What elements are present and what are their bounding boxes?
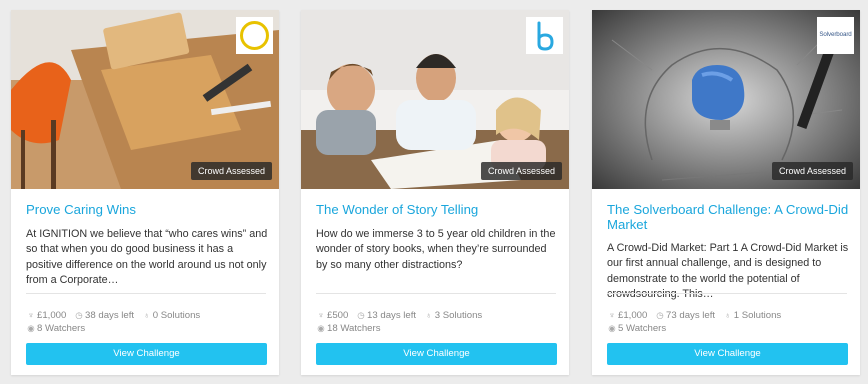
- reward-value: £1,000: [37, 310, 67, 321]
- challenge-stats: ♆ £1,000 ◷ 38 days left ♁ 0 Solutions ◉ 8 Wa…: [26, 309, 270, 335]
- solutions-stat: ♁ 1 Solutions: [723, 309, 782, 322]
- view-challenge-button[interactable]: View Challenge: [316, 343, 557, 365]
- divider: [607, 293, 847, 294]
- ignition-logo: [236, 17, 273, 54]
- watchers-stat: ◉ 18 Watchers: [316, 322, 381, 335]
- crowd-assessed-badge: Crowd Assessed: [771, 162, 853, 180]
- b-logo: [526, 17, 563, 54]
- days-left-stat: ◷ 38 days left: [74, 309, 134, 322]
- challenge-image[interactable]: Solverboard Crowd Assessed: [592, 10, 860, 189]
- b-letter-logo-icon: [537, 21, 554, 51]
- challenge-title[interactable]: The Wonder of Story Telling: [316, 202, 560, 218]
- lightbulb-icon: ♁: [143, 310, 150, 320]
- solutions-stat: ♁ 0 Solutions: [142, 309, 201, 322]
- divider: [26, 293, 266, 294]
- challenge-image[interactable]: Crowd Assessed: [11, 10, 279, 189]
- ring-logo-icon: [240, 21, 269, 50]
- trophy-icon: ♆: [317, 310, 325, 320]
- solutions-value: 3 Solutions: [434, 310, 483, 321]
- trophy-icon: ♆: [608, 310, 616, 320]
- challenge-title[interactable]: The Solverboard Challenge: A Crowd-Did M…: [607, 202, 851, 232]
- challenge-card: Crowd Assessed Prove Caring Wins At IGNI…: [11, 10, 279, 375]
- reward-stat: ♆ £1,000: [607, 309, 648, 322]
- challenge-title[interactable]: Prove Caring Wins: [26, 202, 270, 218]
- days-left-value: 13 days left: [367, 310, 417, 321]
- clock-icon: ◷: [357, 310, 365, 320]
- solutions-value: 1 Solutions: [733, 310, 782, 321]
- challenge-stats: ♆ £1,000 ◷ 73 days left ♁ 1 Solutions ◉ 5 Wa…: [607, 309, 851, 335]
- clock-icon: ◷: [656, 310, 664, 320]
- days-left-value: 38 days left: [85, 310, 135, 321]
- lightbulb-icon: ♁: [425, 310, 432, 320]
- reward-value: £1,000: [618, 310, 648, 321]
- days-left-stat: ◷ 73 days left: [655, 309, 715, 322]
- eye-icon: ◉: [608, 323, 616, 333]
- trophy-icon: ♆: [27, 310, 35, 320]
- challenge-description: How do we immerse 3 to 5 year old childr…: [316, 228, 556, 271]
- watchers-stat: ◉ 8 Watchers: [26, 322, 85, 335]
- divider: [316, 293, 556, 294]
- solverboard-logo-text: Solverboard: [819, 31, 852, 38]
- eye-icon: ◉: [27, 323, 35, 333]
- reward-stat: ♆ £500: [316, 309, 349, 322]
- days-left-value: 73 days left: [666, 310, 716, 321]
- challenge-stats: ♆ £500 ◷ 13 days left ♁ 3 Solutions ◉ 18 Wat…: [316, 309, 560, 335]
- crowd-assessed-badge: Crowd Assessed: [190, 162, 272, 180]
- eye-icon: ◉: [317, 323, 325, 333]
- reward-value: £500: [327, 310, 349, 321]
- challenge-card: Crowd Assessed The Wonder of Story Telli…: [301, 10, 569, 375]
- watchers-stat: ◉ 5 Watchers: [607, 322, 666, 335]
- days-left-stat: ◷ 13 days left: [356, 309, 416, 322]
- view-challenge-button[interactable]: View Challenge: [26, 343, 267, 365]
- reward-stat: ♆ £1,000: [26, 309, 67, 322]
- watchers-value: 5 Watchers: [618, 323, 667, 334]
- crowd-assessed-badge: Crowd Assessed: [480, 162, 562, 180]
- solverboard-logo: Solverboard: [817, 17, 854, 54]
- clock-icon: ◷: [75, 310, 83, 320]
- challenge-card: Solverboard Crowd Assessed The Solverboa…: [592, 10, 860, 375]
- watchers-value: 8 Watchers: [37, 323, 86, 334]
- lightbulb-icon: ♁: [724, 310, 731, 320]
- solutions-value: 0 Solutions: [152, 310, 201, 321]
- challenge-description: At IGNITION we believe that “who cares w…: [26, 228, 268, 287]
- challenge-image[interactable]: Crowd Assessed: [301, 10, 569, 189]
- solutions-stat: ♁ 3 Solutions: [424, 309, 483, 322]
- view-challenge-button[interactable]: View Challenge: [607, 343, 848, 365]
- watchers-value: 18 Watchers: [327, 323, 381, 334]
